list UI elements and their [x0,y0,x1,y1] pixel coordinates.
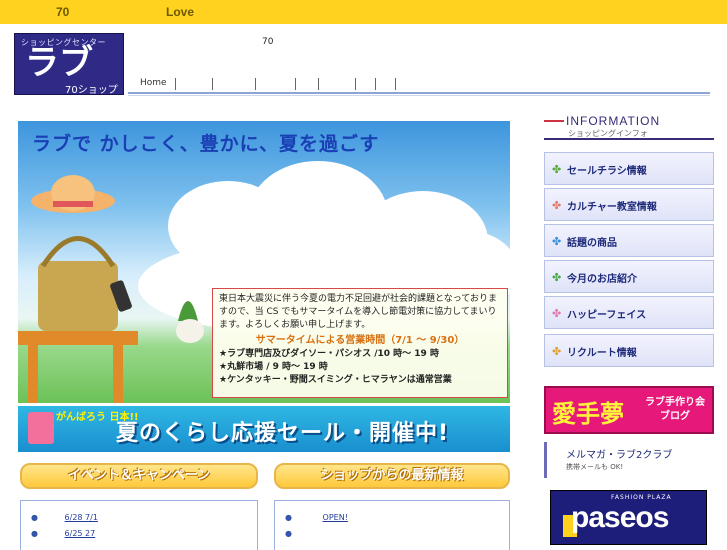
mail-magazine-link[interactable]: メルマガ・ラブ2クラブ 携帯メールも OK! [544,442,714,480]
aide-blog-banner[interactable]: 愛手夢 ラブ手作り会 ブログ [544,386,714,434]
paseos-banner[interactable]: FASHION PLAZA paseos [550,490,707,545]
nav-separator [375,78,376,90]
header-number: 70 [262,37,274,47]
bullet-icon: ● [285,513,292,522]
mm-title: メルマガ・ラブ2クラブ [566,450,673,461]
banner-main-text: 夏のくらし応援セール・開催中! [116,421,450,446]
nav-home-link[interactable]: Home [140,78,167,88]
clover-icon: ✤ [552,307,562,320]
sidebar-item-monthly-shop[interactable]: ✤ 今月のお店紹介 [544,260,714,293]
aide-kanji: 愛手夢 [552,399,624,428]
list-item-date[interactable]: 6/25 27 [41,529,96,538]
info-underline [544,138,714,140]
list-item-date[interactable]: 6/28 7/1 [41,513,98,522]
nav-separator [175,78,176,90]
sidebar-item-sale-flyer[interactable]: ✤ セールチラシ情報 [544,152,714,185]
sidebar-item-label: カルチャー教室情報 [567,202,657,213]
info-accent-bar [544,120,564,122]
top-bar: 70 Love [0,0,727,24]
sidebar-item-label: リクルート情報 [567,348,637,359]
nav-separator [355,78,356,90]
list-item[interactable]: ● 6/28 7/1 [31,513,98,522]
info-title: INFORMATION [566,114,661,128]
sidebar-item-topic-products[interactable]: ✤ 話題の商品 [544,224,714,257]
aide-text: ラブ手作り会 ブログ [645,397,705,422]
sidebar-item-label: 今月のお店紹介 [567,274,637,285]
clover-icon: ✤ [552,199,562,212]
notice-subtitle: サマータイムによる営業時間（7/1 ～ 9/30） [255,335,465,346]
mm-accent-bar [544,442,547,478]
top-love-text: Love [166,5,195,19]
shop-news-heading[interactable]: ショップからの最新情報 [274,463,510,489]
paseos-top-text: FASHION PLAZA [611,494,672,501]
top-number: 70 [56,5,70,19]
site-logo[interactable]: ショッピングセンター ラブ 70ショップ [14,33,124,96]
clover-icon: ✤ [552,235,562,248]
list-item[interactable]: ● 6/25 27 [31,529,95,538]
paseos-word: paseos [571,501,669,534]
sidebar-item-recruit[interactable]: ✤ リクルート情報 [544,334,714,367]
nav-underline-light [128,95,710,96]
bullet-icon: ● [31,529,38,538]
nav-underline [128,92,710,94]
summer-time-notice: 東日本大震災に伴う今夏の電力不足回避が社会的課題となっておりますので、当 CS … [212,288,508,398]
information-header: INFORMATION ショッピングインフォ [544,110,714,140]
clover-icon: ✤ [552,345,562,358]
nav-separator [318,78,319,90]
bullet-icon: ● [31,513,38,522]
nav-separator [295,78,296,90]
sidebar-item-label: 話題の商品 [567,238,617,249]
logo-sub-text: 70ショップ [65,85,118,96]
hero-title: ラブで かしこく、豊かに、夏を過ごす [32,133,380,155]
clover-icon: ✤ [552,163,562,176]
bullet-icon: ● [285,529,292,538]
notice-item: ★ラブ専門店及びダイソー・パシオス /10 時～ 19 時 [219,349,439,359]
logo-big-text: ラブ [25,43,93,83]
notice-item: ★丸鮮市場 / 9 時～ 19 時 [219,362,328,372]
list-item-text[interactable]: OPEN! [295,513,348,522]
notice-item: ★ケンタッキー・野間スイミング・ヒマラヤンは通常営業 [219,375,452,385]
event-campaign-heading[interactable]: イベント＆キャンペーン [20,463,258,489]
event-list: ● 6/28 7/1 ● 6/25 27 [20,500,258,550]
nav-separator [212,78,213,90]
nav-separator [395,78,396,90]
gift-box-icon [28,412,54,444]
sidebar-item-label: セールチラシ情報 [567,166,647,177]
sidebar-item-happy-face[interactable]: ✤ ハッピーフェイス [544,296,714,329]
list-item[interactable]: ● [285,529,383,538]
shop-news-list: ● OPEN! ● [274,500,510,550]
nav-separator [255,78,256,90]
notice-text: 東日本大震災に伴う今夏の電力不足回避が社会的課題となっておりますので、当 CS … [219,294,498,330]
sidebar-item-label: ハッピーフェイス [567,310,647,321]
sale-banner[interactable]: がんばろう 日本!! 夏のくらし応援セール・開催中! [18,406,510,452]
sidebar-item-culture-class[interactable]: ✤ カルチャー教室情報 [544,188,714,221]
mm-subtitle: 携帯メールも OK! [566,463,624,471]
list-item[interactable]: ● OPEN! [285,513,348,522]
clover-icon: ✤ [552,271,562,284]
picnic-illustration [18,175,204,403]
